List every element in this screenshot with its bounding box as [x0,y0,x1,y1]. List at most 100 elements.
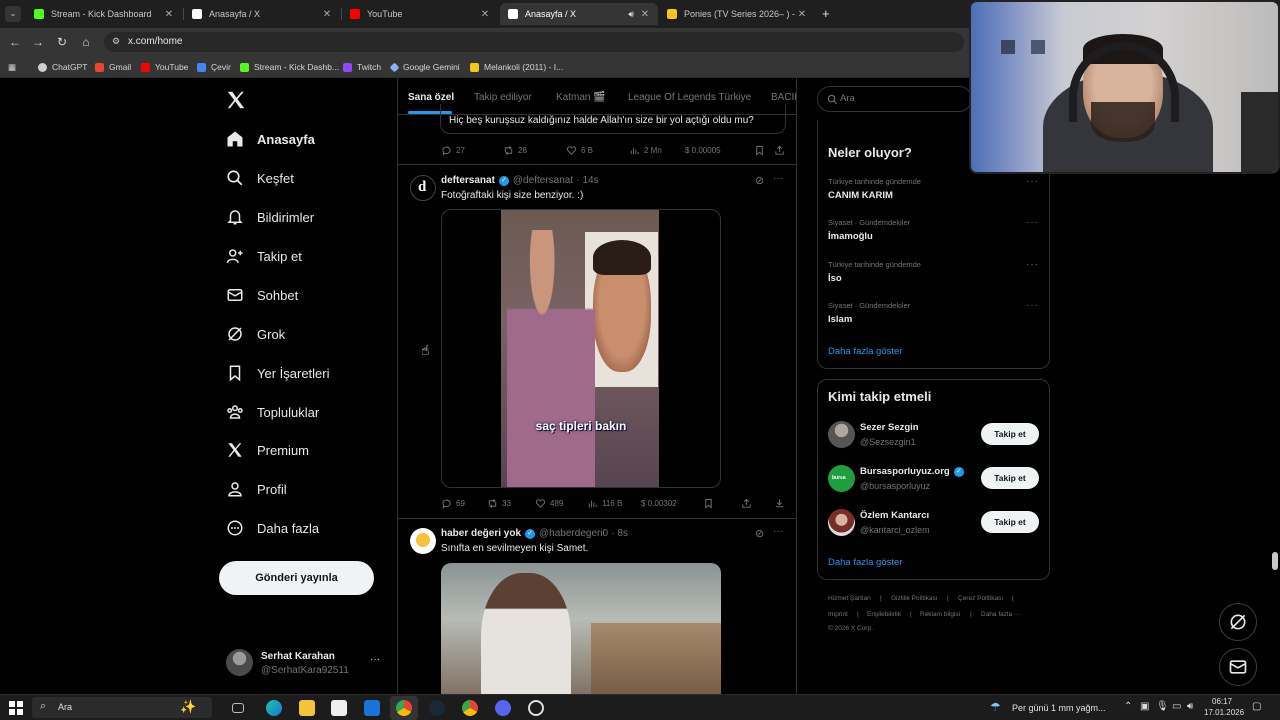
close-tab-icon[interactable]: ✕ [480,9,490,20]
share-button[interactable] [774,145,789,156]
grok-explain-icon[interactable]: ⊘ [755,174,764,187]
speaker-icon[interactable]: 🔊︎ [628,9,634,20]
task-view-icon[interactable] [232,703,244,713]
suggestion-name[interactable]: Bursasporluyuz.org [860,466,950,477]
notification-icon[interactable]: ▢ [1252,701,1261,712]
tweet-author-name[interactable]: deftersanat [441,175,495,186]
tweet-video[interactable]: saç tipleri bakın [441,209,721,488]
forward-icon[interactable]: → [30,34,46,50]
clock-time[interactable]: 06:17 [1212,697,1232,706]
close-tab-icon[interactable]: ✕ [164,9,174,20]
tweet-deftersanat[interactable]: d deftersanat ✓ @deftersanat · 14s ⊘ ···… [398,165,796,517]
who-to-follow-show-more-link[interactable]: Daha fazla göster [828,557,902,568]
footer-accessibility-link[interactable]: Erişilebilirlik [867,611,901,618]
tab-imdb[interactable]: Ponies (TV Series 2026– ) - IMDb ✕ [659,3,815,25]
sidebar-item-home[interactable]: Anasayfa [226,126,315,152]
weather-text[interactable]: Per günü 1 mm yağm... [1012,703,1106,713]
views-button[interactable]: 116 B [587,498,622,509]
suggestion-name[interactable]: Sezer Sezgin [860,422,919,433]
tweet-video[interactable] [441,563,721,694]
tab-kick-dashboard[interactable]: Stream - Kick Dashboard ✕ [26,3,182,25]
apps-grid-icon[interactable]: ▦ [8,61,16,73]
tab-bacil[interactable]: BACIL [771,92,796,103]
like-button[interactable]: 6 B [566,145,593,156]
follow-button[interactable]: Takip et [981,467,1039,489]
sidebar-item-chat[interactable]: Sohbet [226,282,298,308]
bookmark-button[interactable] [703,498,718,509]
address-bar[interactable]: ⚙ x.com/home [104,32,964,52]
chrome-profile-icon[interactable] [462,700,478,716]
page-scrollbar[interactable] [1272,552,1278,570]
mail-app-icon[interactable] [364,700,380,716]
tweet-more-icon[interactable]: ··· [773,526,783,537]
bookmark-melankoli[interactable]: Melankoli (2011) - I... [470,61,563,73]
tab-search-button[interactable]: ⌄ [5,6,21,22]
trend-more-icon[interactable]: ··· [1026,176,1039,187]
grok-explain-icon[interactable]: ⊘ [755,527,764,540]
tab-league-of-legends[interactable]: League Of Legends Türkiye [628,92,751,103]
bookmark-button[interactable] [754,145,769,156]
close-tab-icon[interactable]: ✕ [640,9,650,20]
reload-icon[interactable]: ↻ [54,34,70,50]
views-button[interactable]: 2 Mn [629,145,662,156]
footer-imprint-link[interactable]: Imprint [828,611,848,618]
tab-youtube[interactable]: YouTube ✕ [342,3,498,25]
tray-app-icon[interactable]: ▣ [1140,701,1149,712]
reply-button[interactable]: 69 [441,498,465,509]
trends-show-more-link[interactable]: Daha fazla göster [828,346,902,357]
close-tab-icon[interactable]: ✕ [797,9,807,20]
tab-for-you[interactable]: Sana özel [408,92,454,103]
trend-more-icon[interactable]: ··· [1026,217,1039,228]
tweet-author-handle[interactable]: @haberdegeri0 [539,528,608,539]
bookmark-youtube[interactable]: YouTube [141,61,188,73]
avatar[interactable] [828,509,855,536]
file-explorer-icon[interactable] [299,700,315,716]
sidebar-item-follow[interactable]: Takip et [226,243,302,269]
account-switcher[interactable]: Serhat Karahan @SerhatKara92511 ··· [222,645,384,681]
tweet-time[interactable]: 8s [617,528,628,539]
avatar[interactable]: bursa [828,465,855,492]
windows-start-icon[interactable] [9,701,23,715]
discord-icon[interactable] [495,700,511,716]
footer-terms-link[interactable]: Hizmet Şartları [828,595,871,602]
volume-icon[interactable]: 🔊︎ [1187,701,1193,712]
bookmark-kick[interactable]: Stream - Kick Dashb... [240,61,339,73]
tab-following[interactable]: Takip ediliyor [474,92,532,103]
footer-cookie-link[interactable]: Çerez Politikası [958,595,1003,602]
repost-button[interactable]: 28 [503,145,527,156]
tweet-author-handle[interactable]: @deftersanat [513,175,573,186]
bookmark-twitch[interactable]: Twitch [343,61,381,73]
sidebar-item-explore[interactable]: Keşfet [226,165,294,191]
follow-button[interactable]: Takip et [981,423,1039,445]
search-input[interactable]: Ara [817,86,972,112]
footer-ads-info-link[interactable]: Reklam bilgisi [920,611,960,618]
tray-chevron-icon[interactable]: ⌃ [1124,701,1132,712]
follow-button[interactable]: Takip et [981,511,1039,533]
taskbar-search[interactable]: ⌕ Ara ✨ [32,697,212,718]
tab-katman[interactable]: Katman 🎬 [556,92,606,103]
sidebar-item-notifications[interactable]: Bildirimler [226,204,314,230]
x-logo-icon[interactable] [225,89,247,111]
download-button[interactable] [774,498,789,509]
store-icon[interactable] [331,700,347,716]
like-button[interactable]: 489 [535,498,563,509]
messages-floating-button[interactable] [1219,648,1257,686]
share-button[interactable] [741,498,756,509]
tab-x-home[interactable]: Anasayfa / X ✕ [184,3,340,25]
clock-date[interactable]: 17.01.2026 [1204,708,1244,717]
sidebar-item-grok[interactable]: Grok [226,321,285,347]
tweet-time[interactable]: 14s [582,175,598,186]
avatar[interactable] [828,421,855,448]
close-tab-icon[interactable]: ✕ [322,9,332,20]
repost-button[interactable]: 33 [487,498,511,509]
bookmark-gemini[interactable]: Google Gemini [389,61,460,73]
sidebar-item-premium[interactable]: Premium [226,437,309,463]
trend-more-icon[interactable]: ··· [1026,300,1039,311]
bookmark-gmail[interactable]: Gmail [95,61,131,73]
steam-icon[interactable] [429,700,445,716]
tab-x-home-active[interactable]: Anasayfa / X 🔊︎ ✕ [500,3,658,25]
network-icon[interactable]: ▭ [1172,701,1181,712]
tweet-more-icon[interactable]: ··· [773,173,783,184]
bookmark-translate[interactable]: Çevir [197,61,231,73]
bookmark-chatgpt[interactable]: ChatGPT [38,61,87,73]
